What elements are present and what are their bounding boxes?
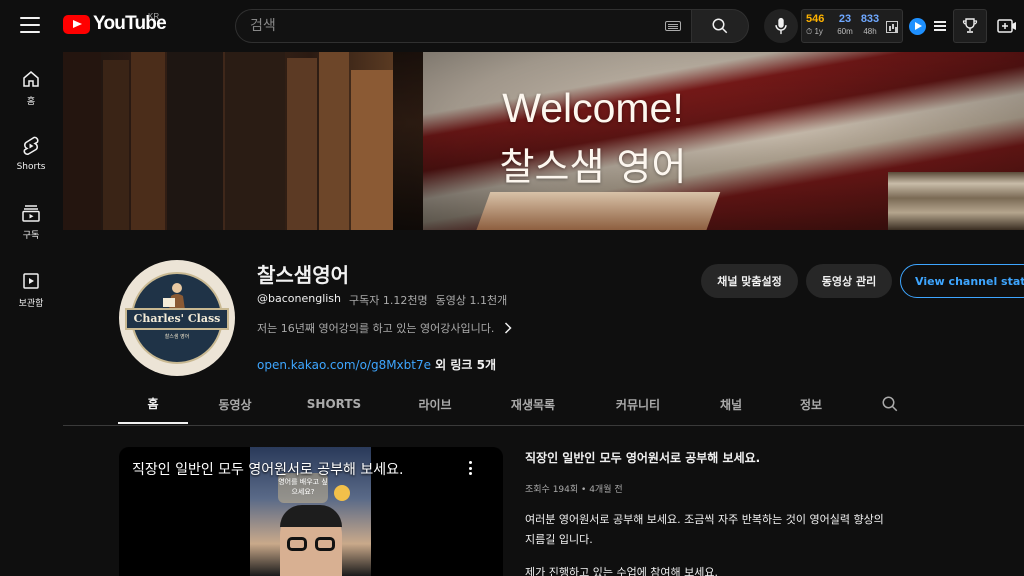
bookshelf-image	[63, 52, 393, 230]
chevron-right-icon	[505, 322, 512, 334]
hamburger-icon[interactable]	[20, 17, 40, 33]
channel-handle: @baconenglish	[257, 292, 342, 305]
sidebar-item-shorts[interactable]: Shorts	[0, 118, 62, 180]
home-icon	[23, 71, 39, 87]
stat-60m: 23 60m	[837, 13, 853, 36]
sidebar-item-label: 보관함	[18, 299, 44, 309]
stats-widget[interactable]: 546 ⏱ 1y 23 60m 833 48h	[801, 9, 903, 43]
avatar-title: Charles' Class	[125, 308, 229, 330]
subscriptions-icon	[22, 205, 40, 222]
manage-videos-button[interactable]: 동영상 관리	[806, 264, 892, 298]
tabs-divider	[63, 425, 1024, 426]
channel-description[interactable]: 저는 16년째 영어강의를 하고 있는 영어강사입니다.	[257, 320, 512, 336]
youtube-play-icon	[63, 14, 90, 34]
banner-text: Welcome! 찰스샘 영어	[393, 82, 793, 196]
featured-video-description: 여러분 영어원서로 공부해 보세요. 조금씩 자주 반복하는 것이 영어실력 향…	[525, 513, 884, 546]
book-stack-image	[888, 172, 1024, 230]
channel-meta: @baconenglish 구독자 1.12천명 동영상 1.1천개	[257, 292, 507, 308]
search-input[interactable]	[250, 10, 650, 42]
channel-link-url[interactable]: open.kakao.com/o/g8Mxbt7e	[257, 358, 431, 372]
extension-list-button[interactable]	[930, 9, 950, 43]
tab-shorts[interactable]: SHORTS	[298, 384, 370, 424]
channel-links: open.kakao.com/o/g8Mxbt7e 외 링크 5개	[257, 356, 496, 373]
avatar-subtitle: 찰스샘 영어	[164, 334, 190, 340]
video-count: 동영상 1.1천개	[435, 294, 508, 307]
trophy-icon	[962, 18, 978, 33]
extension-play-button[interactable]	[906, 9, 928, 43]
search-icon[interactable]	[881, 395, 899, 413]
thinking-emoji-icon	[334, 485, 350, 501]
more-links[interactable]: 외 링크 5개	[431, 358, 496, 372]
tab-live[interactable]: 라이브	[400, 384, 470, 424]
play-icon	[908, 17, 926, 35]
stat-1y: 546 ⏱ 1y	[806, 13, 825, 36]
search-box	[235, 9, 691, 43]
sidebar-item-label: 홈	[26, 97, 36, 107]
keyboard-icon[interactable]	[665, 21, 681, 31]
featured-video-title[interactable]: 직장인 일반인 모두 영어원서로 공부해 보세요.	[525, 449, 760, 466]
view-channel-stats-button[interactable]: View channel stats	[900, 264, 1024, 298]
tab-channels[interactable]: 채널	[706, 384, 756, 424]
stat-48h: 833 48h	[860, 13, 880, 36]
sidebar-item-label: Shorts	[16, 162, 46, 172]
sidebar-item-subscriptions[interactable]: 구독	[0, 186, 62, 248]
book-image	[475, 192, 721, 230]
sidebar-item-home[interactable]: 홈	[0, 52, 62, 114]
extension-trophy-button[interactable]	[953, 9, 987, 43]
more-vert-icon[interactable]	[462, 460, 478, 476]
chart-icon[interactable]	[886, 21, 898, 33]
channel-tabs: 홈 동영상 SHORTS 라이브 재생목록 커뮤니티 채널 정보	[118, 384, 1024, 426]
channel-banner: Welcome! 찰스샘 영어	[63, 52, 1024, 230]
search-button[interactable]	[691, 9, 749, 43]
library-icon	[23, 273, 39, 289]
tab-about[interactable]: 정보	[786, 384, 836, 424]
create-icon	[997, 19, 1016, 33]
list-icon	[934, 21, 946, 31]
featured-video-description-more: 제가 진행하고 있는 수업에 참여해 보세요.	[525, 566, 719, 576]
voice-search-button[interactable]	[764, 9, 798, 43]
sidebar-item-library[interactable]: 보관함	[0, 254, 62, 316]
sidebar: 홈 Shorts 구독 보관함	[0, 52, 62, 576]
channel-name: 찰스샘영어	[257, 263, 349, 287]
featured-video-meta: 조회수 194회 • 4개월 전	[525, 485, 623, 495]
channel-description-text: 저는 16년째 영어강의를 하고 있는 영어강사입니다.	[257, 322, 495, 335]
top-bar: YouTube KR 546 ⏱ 1y 23 60m 833 48h	[0, 0, 1024, 52]
create-button[interactable]	[990, 9, 1024, 43]
tab-community[interactable]: 커뮤니티	[603, 384, 673, 424]
video-overlay-title: 직장인 일반인 모두 영어원서로 공부해 보세요.	[132, 462, 404, 478]
channel-avatar[interactable]: Charles' Class 찰스샘 영어	[119, 260, 235, 376]
customize-channel-button[interactable]: 채널 맞춤설정	[701, 264, 798, 298]
tab-videos[interactable]: 동영상	[200, 384, 270, 424]
banner-channel-title: 찰스샘 영어	[499, 145, 687, 189]
tab-playlists[interactable]: 재생목록	[498, 384, 568, 424]
tab-home[interactable]: 홈	[118, 384, 188, 424]
search-icon	[712, 18, 728, 34]
country-code: KR	[148, 12, 160, 21]
mic-icon	[775, 17, 787, 35]
banner-welcome: Welcome!	[502, 85, 684, 131]
featured-video-player[interactable]: 영어를 배우고 싶으세요? 직장인 일반인 모두 영어원서로 공부해 보세요.	[119, 447, 503, 576]
shorts-icon	[23, 136, 39, 155]
sidebar-item-label: 구독	[22, 231, 40, 241]
subscriber-count: 구독자 1.12천명	[349, 294, 428, 307]
